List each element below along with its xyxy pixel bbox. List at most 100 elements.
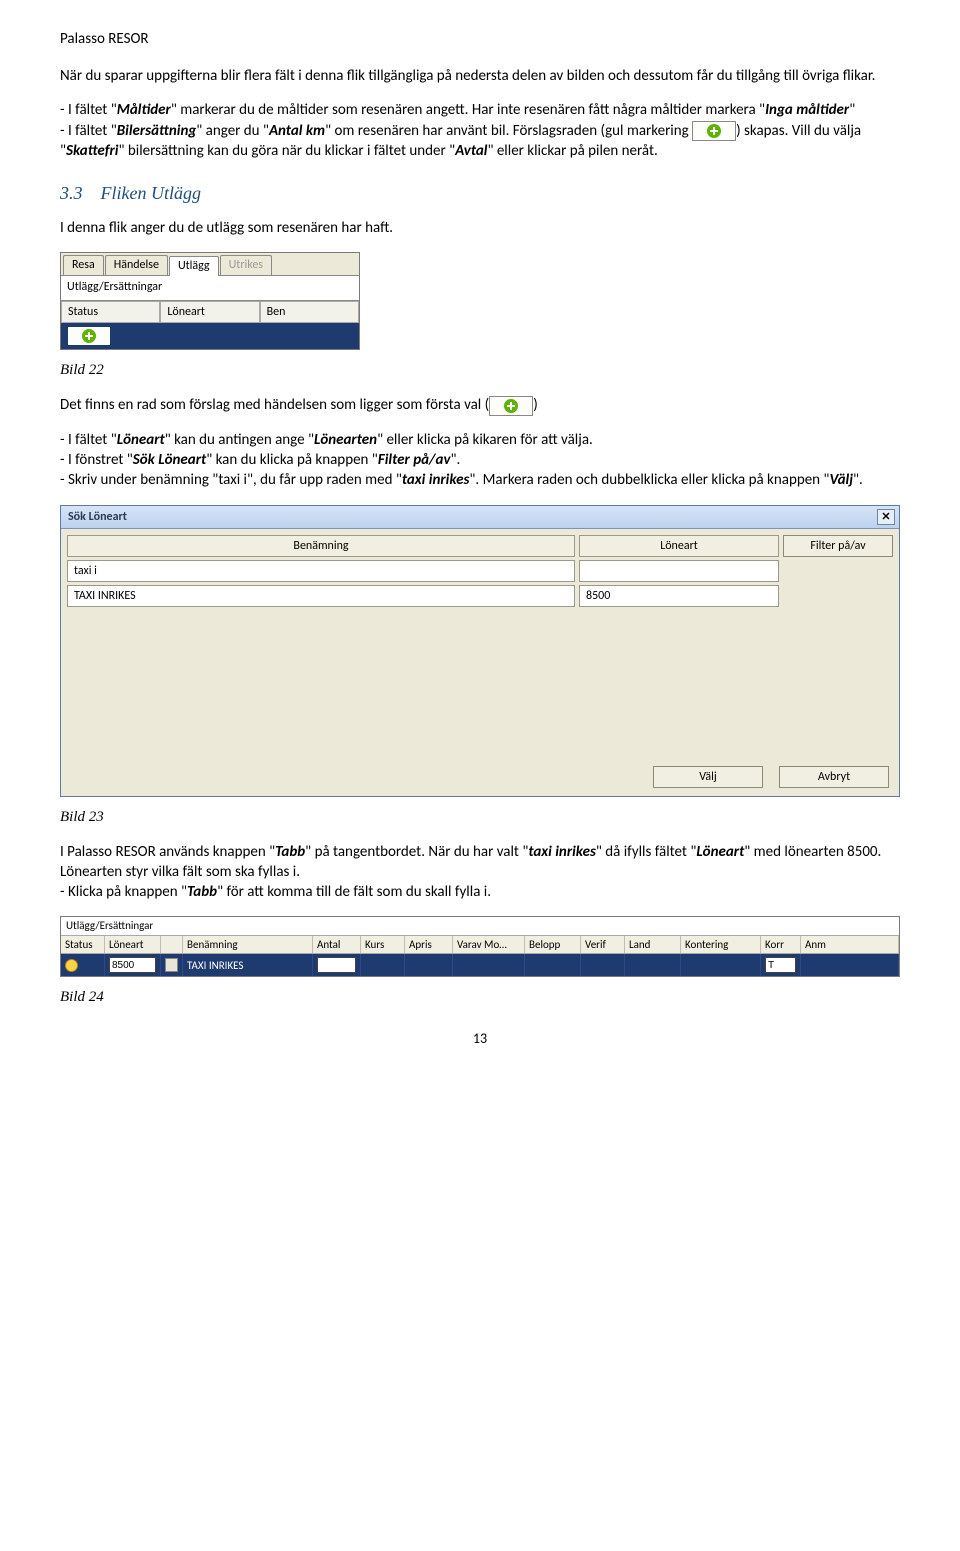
text: " om resenären har använt bil. Förslagsr… (325, 122, 692, 140)
text: - Skriv under benämning "taxi i", du får… (60, 471, 402, 489)
cell-anm (801, 954, 899, 976)
text: " anger du " (196, 122, 269, 140)
tabstrip: Resa Händelse Utlägg Utrikes (61, 253, 359, 276)
utlagg-table-strip: Utlägg/Ersättningar Status Löneart Benäm… (60, 916, 900, 977)
table-row[interactable] (61, 323, 359, 349)
cell-land (625, 954, 681, 976)
col-loneart: Löneart (160, 301, 259, 323)
result-cell-loneart[interactable]: 8500 (579, 585, 779, 607)
text: - I fältet " (60, 101, 117, 119)
col-antal: Antal (313, 936, 361, 953)
text: - I fönstret " (60, 451, 133, 469)
plus-icon (692, 121, 736, 141)
col-search (161, 936, 183, 953)
col-benamning[interactable]: Benämning (67, 535, 575, 557)
strip-title: Utlägg/Ersättningar (61, 917, 899, 936)
table-header-row: Status Löneart Ben (61, 301, 359, 323)
text: ". (451, 451, 461, 469)
col-anm: Anm (801, 936, 899, 953)
col-kontering: Kontering (681, 936, 761, 953)
text: " för att komma till de fält som du skal… (217, 883, 491, 901)
text: - I fältet " (60, 431, 117, 449)
text: Det finns en rad som förslag med händels… (60, 396, 489, 414)
warning-icon (65, 959, 78, 972)
window-body: Benämning Löneart Filter på/av taxi i TA… (61, 529, 899, 796)
tab-handelse[interactable]: Händelse (105, 255, 168, 275)
section-number: 3.3 (60, 183, 83, 203)
text-bold: Välj (829, 471, 853, 489)
cancel-button[interactable]: Avbryt (779, 766, 889, 788)
cell-kurs (361, 954, 405, 976)
text: " markerar du de måltider som resenären … (171, 101, 765, 119)
add-row-icon[interactable] (67, 326, 111, 346)
cell-benamning: TAXI INRIKES (183, 954, 313, 976)
text-bold: Skattefri (66, 142, 118, 160)
text-bold: Filter på/av (378, 451, 451, 469)
text-bold: Bilersättning (117, 122, 197, 140)
cell-varav (453, 954, 525, 976)
text-bold: Sök Löneart (133, 451, 206, 469)
tab-utrikes: Utrikes (220, 255, 272, 275)
figure-tabs-widget: Resa Händelse Utlägg Utrikes Utlägg/Ersä… (60, 252, 360, 350)
result-cell-benamning[interactable]: TAXI INRIKES (67, 585, 575, 607)
cell-antal[interactable] (313, 954, 361, 976)
text-bold: taxi inrikes (528, 843, 596, 861)
filter-input-benamning[interactable]: taxi i (67, 560, 575, 582)
col-benamning: Benämning (183, 936, 313, 953)
filter-toggle-button[interactable]: Filter på/av (783, 535, 893, 557)
filter-input-loneart[interactable] (579, 560, 779, 582)
cell-korr[interactable] (761, 954, 801, 976)
col-korr: Korr (761, 936, 801, 953)
strip-data-row[interactable]: TAXI INRIKES (61, 954, 899, 976)
text: " bilersättning kan du göra när du klick… (119, 142, 456, 160)
col-apris: Apris (405, 936, 453, 953)
text-bold: Tabb (275, 843, 305, 861)
panel-label: Utlägg/Ersättningar (61, 276, 359, 301)
text: " eller klickar på pilen neråt. (487, 142, 657, 160)
cell-belopp (525, 954, 581, 976)
paragraph-tabb: I Palasso RESOR används knappen "Tabb" p… (60, 842, 900, 903)
text: " då ifylls fältet " (596, 843, 696, 861)
text: " eller klicka på kikaren för att välja. (377, 431, 593, 449)
document-header: Palasso RESOR (60, 30, 900, 48)
col-status: Status (61, 936, 105, 953)
paragraph-maltider: - I fältet "Måltider" markerar du de mål… (60, 100, 900, 161)
paragraph-utlagg-intro: I denna flik anger du de utlägg som rese… (60, 218, 900, 238)
cell-verif (581, 954, 625, 976)
text: - I fältet " (60, 122, 117, 140)
section-title: Fliken Utlägg (101, 183, 201, 203)
text-bold: Inga måltider (765, 101, 849, 119)
text-bold: Löneart (696, 843, 744, 861)
cell-search[interactable] (161, 954, 183, 976)
text: ". (853, 471, 863, 489)
window-titlebar: Sök Löneart ✕ (61, 506, 899, 529)
col-verif: Verif (581, 936, 625, 953)
tab-utlagg[interactable]: Utlägg (169, 256, 219, 276)
col-land: Land (625, 936, 681, 953)
loneart-input[interactable] (109, 957, 156, 973)
cell-apris (405, 954, 453, 976)
antal-input[interactable] (317, 957, 356, 973)
text: - Klicka på knappen " (60, 883, 187, 901)
col-ben: Ben (260, 301, 359, 323)
search-loneart-window: Sök Löneart ✕ Benämning Löneart Filter p… (60, 505, 900, 797)
text-bold: taxi inrikes (402, 471, 470, 489)
figure-caption: Bild 23 (60, 809, 900, 826)
text: " (849, 101, 855, 119)
korr-input[interactable] (765, 957, 796, 973)
tab-resa[interactable]: Resa (63, 255, 104, 275)
text: ) (533, 396, 538, 414)
close-icon[interactable]: ✕ (877, 509, 895, 525)
cell-status (61, 954, 105, 976)
cell-loneart[interactable] (105, 954, 161, 976)
col-loneart[interactable]: Löneart (579, 535, 779, 557)
binoculars-icon[interactable] (165, 958, 178, 972)
col-status: Status (61, 301, 160, 323)
figure-caption: Bild 24 (60, 989, 900, 1006)
text: ". Markera raden och dubbelklicka eller … (469, 471, 829, 489)
text-bold: Avtal (455, 142, 487, 160)
select-button[interactable]: Välj (653, 766, 763, 788)
paragraph-forslag: Det finns en rad som förslag med händels… (60, 395, 900, 415)
cell-kontering (681, 954, 761, 976)
col-varav-moms: Varav Mo… (453, 936, 525, 953)
